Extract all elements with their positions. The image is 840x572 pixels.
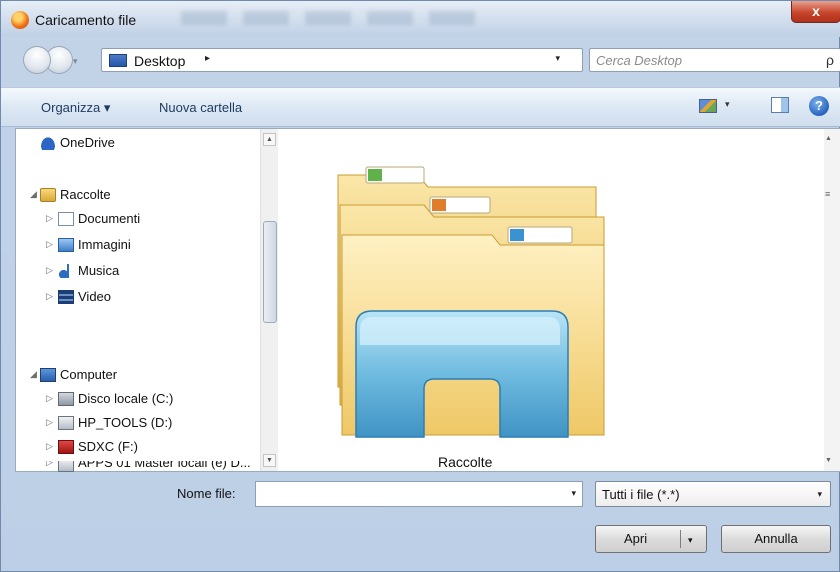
search-input[interactable] [596, 51, 816, 69]
collapse-arrow-icon[interactable]: ▷ [46, 417, 53, 428]
scroll-down-button[interactable]: ▼ [825, 457, 832, 464]
cancel-button[interactable]: Annulla [721, 525, 831, 553]
collapse-arrow-icon[interactable]: ▷ [46, 441, 53, 452]
drive-icon [58, 461, 74, 472]
command-toolbar: Organizza ▾ Nuova cartella ▾ ? [1, 87, 840, 127]
open-button-label: Apri [624, 531, 648, 546]
file-list-scrollbar[interactable]: ▲ ≡ ▼ [824, 129, 840, 471]
expand-arrow-icon[interactable]: ◢ [30, 189, 37, 200]
drive-icon [58, 416, 74, 430]
navigation-bar: ▾ Desktop ▸ ▾ ⁴↻ ρ [1, 39, 840, 77]
sd-card-icon [58, 440, 74, 454]
split-divider [680, 530, 681, 548]
file-type-filter[interactable]: Tutti i file (*.*) ▾ [595, 481, 831, 507]
new-folder-button[interactable]: Nuova cartella [159, 100, 242, 115]
view-icon [699, 99, 717, 113]
desktop-icon [109, 54, 127, 67]
libraries-folder-icon[interactable] [326, 157, 608, 439]
video-icon [58, 290, 74, 304]
open-options-dropdown-icon[interactable]: ▾ [688, 527, 693, 553]
back-button[interactable] [23, 46, 51, 74]
tree-item-sdxc-f[interactable]: ▷ SDXC (F:) [46, 437, 256, 459]
window-title: Caricamento file [35, 12, 137, 28]
navigation-pane-scrollbar[interactable]: ▲ ▼ [260, 129, 278, 471]
onedrive-icon [40, 136, 56, 150]
firefox-icon [11, 11, 29, 29]
dialog-footer: Nome file: ▾ Tutti i file (*.*) ▾ Apri ▾… [1, 473, 840, 572]
collapse-arrow-icon[interactable]: ▷ [46, 239, 53, 250]
filename-dropdown-icon[interactable]: ▾ [571, 488, 576, 499]
tree-item-label: Raccolte [60, 187, 111, 202]
file-list-pane: Raccolte [278, 129, 824, 471]
file-type-value: Tutti i file (*.*) [602, 487, 680, 502]
tree-item-label: APPS 01 Master locali (e) D... [78, 461, 251, 470]
expand-arrow-icon[interactable]: ◢ [30, 369, 37, 380]
open-button[interactable]: Apri ▾ [595, 525, 707, 553]
tree-item-label: Video [78, 289, 112, 304]
item-label[interactable]: Raccolte [438, 454, 492, 470]
filename-label: Nome file: [177, 486, 236, 501]
music-icon [58, 264, 74, 278]
tree-item-documenti[interactable]: ▷ Documenti [46, 209, 246, 231]
pictures-icon [58, 238, 74, 252]
search-box[interactable]: ρ [589, 48, 840, 72]
tree-item-onedrive[interactable]: OneDrive [40, 133, 240, 155]
help-button[interactable]: ? [809, 96, 829, 116]
documents-icon [58, 212, 74, 226]
address-location[interactable]: Desktop [134, 53, 185, 69]
collapse-arrow-icon[interactable]: ▷ [46, 393, 53, 404]
tree-item-label: Disco locale (C:) [78, 391, 174, 406]
scrollbar-thumb[interactable] [263, 221, 277, 323]
filename-combobox[interactable]: ▾ [255, 481, 583, 507]
preview-pane-button[interactable] [771, 97, 789, 113]
tree-item-label: Documenti [78, 211, 141, 226]
tree-item-immagini[interactable]: ▷ Immagini [46, 235, 246, 257]
tree-item-label: Musica [78, 263, 120, 278]
navigation-pane: OneDrive ◢ Raccolte ▷ Documenti ▷ Immagi… [16, 129, 278, 473]
computer-icon [40, 368, 56, 382]
search-icon[interactable]: ρ [826, 52, 834, 68]
scroll-down-button[interactable]: ▼ [263, 454, 276, 467]
tree-item-label: OneDrive [60, 135, 115, 150]
collapse-arrow-icon[interactable]: ▷ [46, 291, 53, 302]
content-area: OneDrive ◢ Raccolte ▷ Documenti ▷ Immagi… [15, 128, 840, 472]
address-bar[interactable]: Desktop ▸ ▾ ⁴↻ [101, 48, 678, 72]
change-view-button[interactable]: ▾ [695, 96, 741, 118]
tree-item-apps-drive[interactable]: ▷ APPS 01 Master locali (e) D... [46, 461, 258, 473]
tree-item-video[interactable]: ▷ Video [46, 287, 246, 309]
file-upload-dialog: Caricamento file x ▾ Desktop ▸ ▾ ⁴↻ ρ Or… [0, 0, 840, 572]
address-dropdown-icon[interactable]: ▾ [555, 53, 560, 64]
tree-item-local-disk-c[interactable]: ▷ Disco locale (C:) [46, 389, 256, 411]
scroll-grip-icon: ≡ [825, 189, 831, 199]
local-disk-icon [58, 392, 74, 406]
organize-button[interactable]: Organizza ▾ [41, 100, 110, 116]
blurred-background-text [181, 11, 491, 25]
breadcrumb-arrow-icon[interactable]: ▸ [205, 53, 210, 64]
tree-item-hp-tools-d[interactable]: ▷ HP_TOOLS (D:) [46, 413, 256, 435]
tree-item-label: SDXC (F:) [78, 439, 138, 454]
tree-item-computer[interactable]: ◢ Computer [30, 365, 250, 387]
collapse-arrow-icon[interactable]: ▷ [46, 213, 53, 224]
libraries-icon [40, 188, 56, 202]
scroll-up-button[interactable]: ▲ [825, 135, 832, 142]
libraries-folder-graphic [337, 166, 605, 438]
close-button[interactable]: x [791, 1, 840, 23]
collapse-arrow-icon[interactable]: ▷ [46, 461, 53, 468]
filter-dropdown-icon[interactable]: ▾ [817, 489, 822, 500]
tree-item-label: HP_TOOLS (D:) [78, 415, 173, 430]
scroll-up-button[interactable]: ▲ [263, 133, 276, 146]
view-dropdown-icon[interactable]: ▾ [725, 99, 730, 110]
filename-input[interactable] [256, 482, 556, 504]
collapse-arrow-icon[interactable]: ▷ [46, 265, 53, 276]
tree-item-raccolte[interactable]: ◢ Raccolte [30, 185, 230, 207]
tree-item-label: Immagini [78, 237, 131, 252]
tree-item-label: Computer [60, 367, 118, 382]
title-bar[interactable]: Caricamento file x [1, 1, 840, 37]
recent-pages-dropdown-icon[interactable]: ▾ [73, 56, 78, 67]
tree-item-musica[interactable]: ▷ Musica [46, 261, 246, 283]
